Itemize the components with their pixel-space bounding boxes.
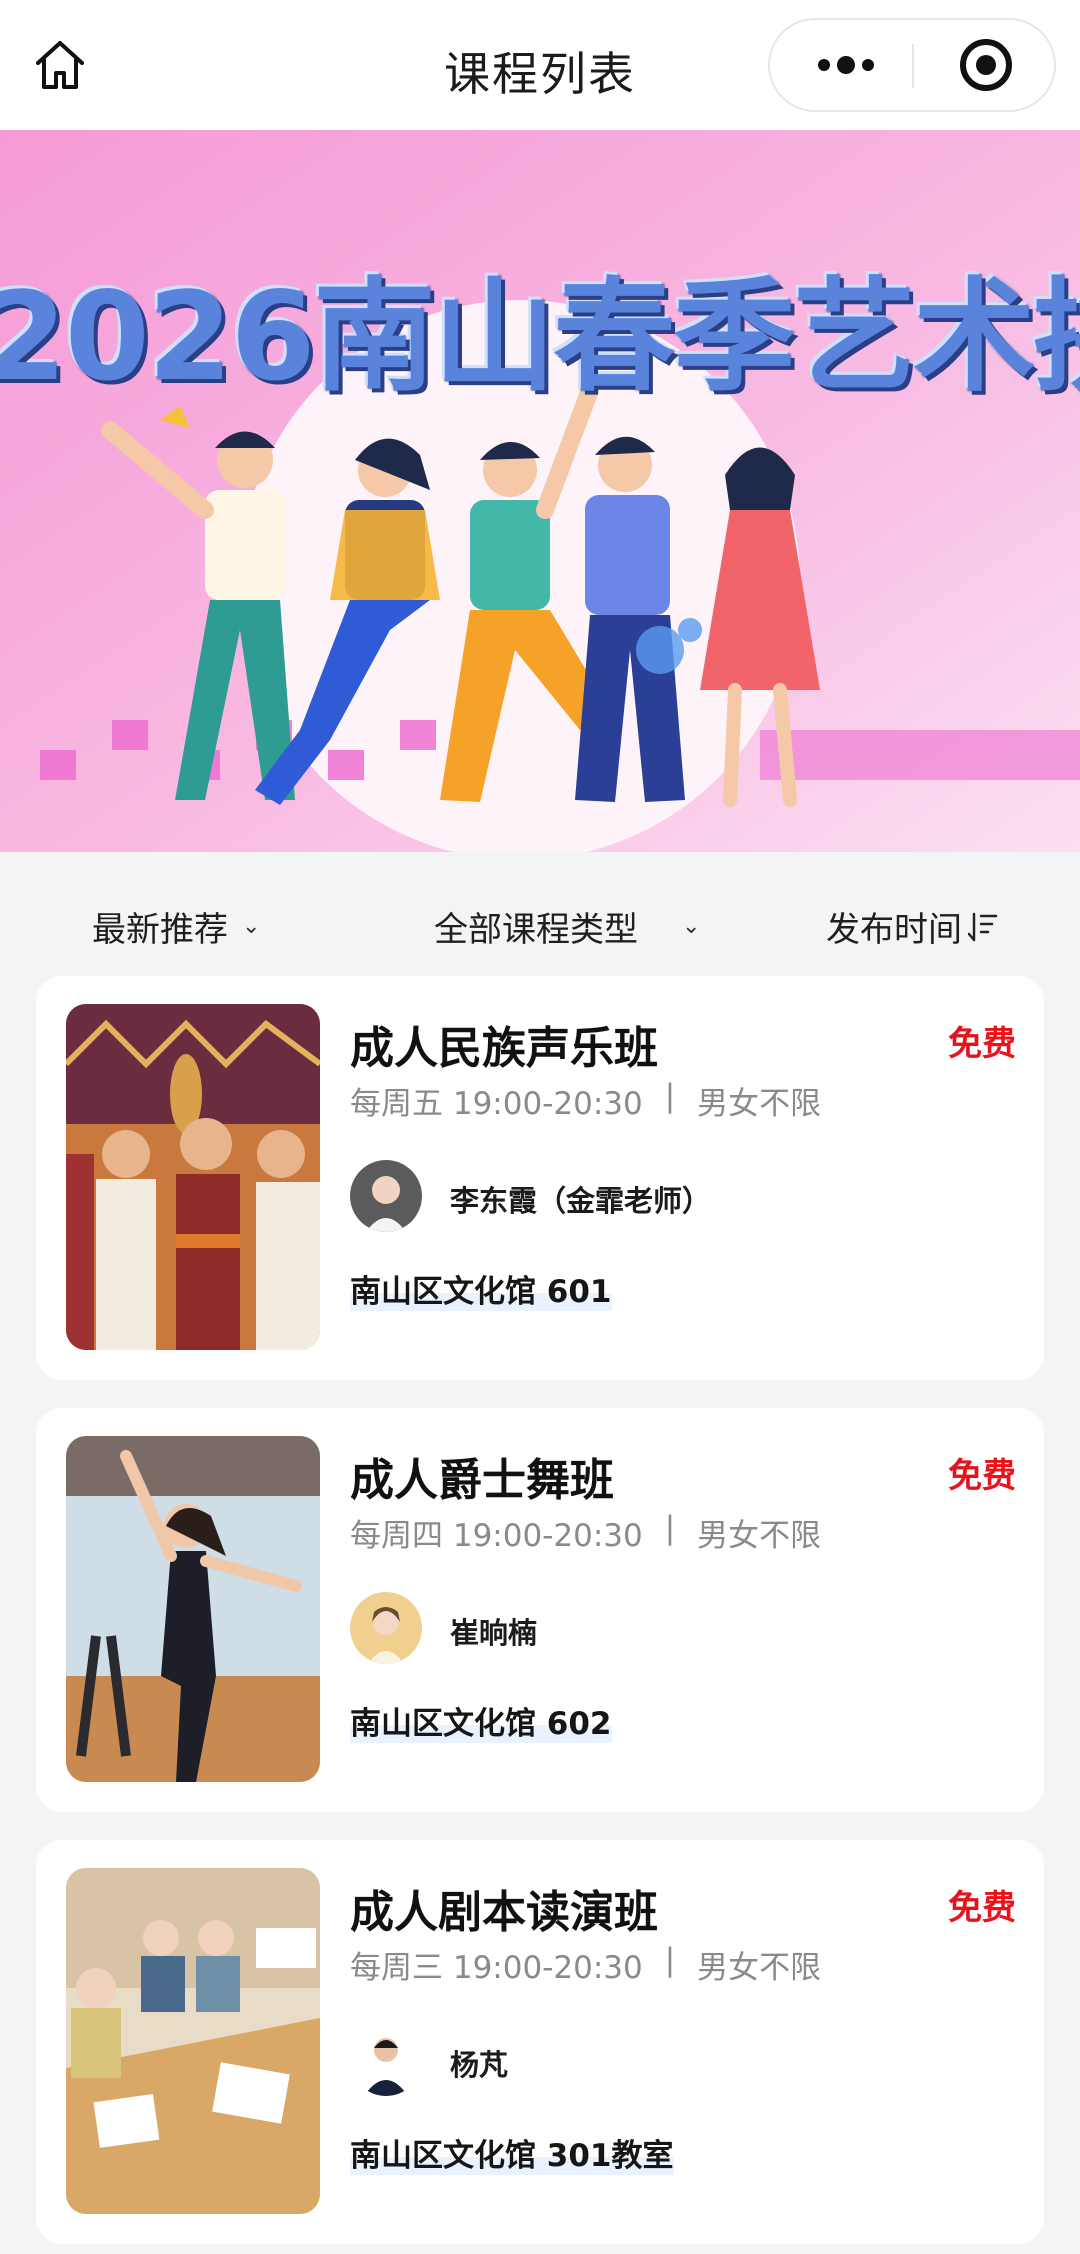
schedule-time: 每周四 19:00-20:30 xyxy=(350,1518,643,1554)
course-name: 成人民族声乐班 xyxy=(350,1023,658,1074)
course-schedule: 每周五 19:00-20:30 | 男女不限 xyxy=(350,1078,821,1123)
filter-publish-time-label: 发布时间 xyxy=(826,910,962,950)
schedule-time: 每周五 19:00-20:30 xyxy=(350,1086,643,1122)
course-thumbnail xyxy=(66,1868,320,2214)
fee-badge: 免费 xyxy=(948,1024,1016,1064)
teacher-name: 李东霞（金霏老师） xyxy=(450,1184,712,1218)
avatar xyxy=(350,2024,422,2096)
close-mini-program-button[interactable] xyxy=(930,20,1042,110)
capsule-divider xyxy=(912,44,914,88)
course-location: 南山区文化馆 301教室 xyxy=(350,2130,674,2175)
course-schedule: 每周三 19:00-20:30 | 男女不限 xyxy=(350,1942,821,1987)
fee-badge: 免费 xyxy=(948,1456,1016,1496)
fee-badge: 免费 xyxy=(948,1888,1016,1928)
gender-requirement: 男女不限 xyxy=(697,1950,822,1986)
filter-recommend-label: 最新推荐 xyxy=(92,910,228,950)
separator: | xyxy=(664,1942,676,1978)
course-thumbnail xyxy=(66,1004,320,1350)
course-location: 南山区文化馆 602 xyxy=(350,1698,612,1743)
banner-title: 2026南山春季艺术拼团 xyxy=(0,266,1080,408)
chevron-down-icon: ⌄ xyxy=(242,914,261,939)
filter-publish-time[interactable]: 发布时间 xyxy=(826,902,998,951)
gender-requirement: 男女不限 xyxy=(697,1086,822,1122)
course-card[interactable]: 成人民族声乐班 免费 每周五 19:00-20:30 | 男女不限 李东霞（金霏… xyxy=(36,976,1044,1380)
filter-course-type[interactable]: 全部课程类型 ⌄ xyxy=(434,902,700,951)
more-button[interactable] xyxy=(790,20,902,110)
course-thumbnail xyxy=(66,1436,320,1782)
promo-banner[interactable]: 2026南山春季艺术拼团 xyxy=(0,130,1080,852)
chevron-down-icon: ⌄ xyxy=(682,914,701,939)
sort-icon xyxy=(968,912,998,941)
schedule-time: 每周三 19:00-20:30 xyxy=(350,1950,643,1986)
course-location: 南山区文化馆 601 xyxy=(350,1266,612,1311)
avatar xyxy=(350,1160,422,1232)
course-card[interactable]: 成人剧本读演班 免费 每周三 19:00-20:30 | 男女不限 杨芃 南山区… xyxy=(36,1840,1044,2244)
gender-requirement: 男女不限 xyxy=(697,1518,822,1554)
teacher-name: 崔晌楠 xyxy=(450,1616,538,1650)
separator: | xyxy=(664,1078,676,1114)
avatar xyxy=(350,1592,422,1664)
filter-course-type-label: 全部课程类型 xyxy=(434,910,638,950)
filter-recommend[interactable]: 最新推荐 ⌄ xyxy=(92,902,260,951)
separator: | xyxy=(664,1510,676,1546)
teacher-name: 杨芃 xyxy=(450,2048,509,2082)
top-nav-bar: 课程列表 xyxy=(0,0,1080,130)
course-card[interactable]: 成人爵士舞班 免费 每周四 19:00-20:30 | 男女不限 崔晌楠 南山区… xyxy=(36,1408,1044,1812)
course-name: 成人剧本读演班 xyxy=(350,1887,658,1938)
more-dots-icon xyxy=(818,56,874,74)
record-target-icon xyxy=(960,39,1012,91)
course-name: 成人爵士舞班 xyxy=(350,1455,614,1506)
course-schedule: 每周四 19:00-20:30 | 男女不限 xyxy=(350,1510,821,1555)
filter-bar: 最新推荐 ⌄ 全部课程类型 ⌄ 发布时间 xyxy=(0,852,1080,972)
mini-program-capsule xyxy=(768,18,1056,112)
